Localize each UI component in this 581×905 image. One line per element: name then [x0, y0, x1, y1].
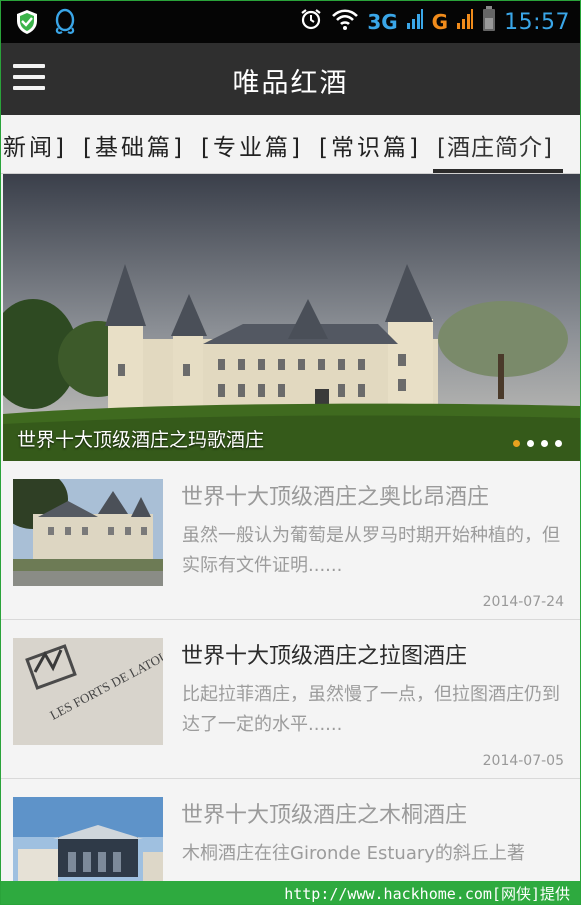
tab-news[interactable]: 新闻] [3, 128, 67, 162]
category-tabs: 新闻] [基础篇] [专业篇] [常识篇] [酒庄简介] [1, 115, 580, 174]
tab-professional[interactable]: [专业篇] [201, 128, 303, 162]
article-summary: 木桐酒庄在往Gironde Estuary的斜丘上著 [182, 843, 525, 864]
alarm-clock-icon [299, 7, 323, 37]
article-title: 世界十大顶级酒庄之拉图酒庄 [181, 644, 468, 669]
article-title: 世界十大顶级酒庄之木桐酒庄 [181, 803, 468, 828]
carousel-dot[interactable] [527, 440, 534, 447]
carousel-dot[interactable] [513, 440, 520, 447]
carousel-indicator [513, 440, 562, 447]
banner-caption: 世界十大顶级酒庄之玛歌酒庄 [17, 429, 265, 451]
carousel-dot[interactable] [555, 440, 562, 447]
article-thumbnail: LES FORTS DE LATOUR [13, 638, 163, 745]
app-title: 唯品红酒 [232, 68, 349, 99]
banner-image [3, 174, 580, 461]
signal-strength-g-icon [456, 8, 474, 36]
article-item[interactable]: LES FORTS DE LATOUR 世界十大顶级酒庄之拉图酒庄 比起拉菲酒庄… [1, 620, 580, 779]
shield-icon [15, 9, 39, 39]
article-date: 2014-07-24 [482, 594, 564, 610]
article-summary: 虽然一般认为葡萄是从罗马时期开始种植的，但实际有文件证明...... [182, 525, 560, 576]
wifi-icon [331, 7, 359, 37]
featured-banner[interactable]: 世界十大顶级酒庄之玛歌酒庄 [3, 174, 580, 461]
status-time: 15:57 [504, 9, 570, 35]
article-summary: 比起拉菲酒庄，虽然慢了一点，但拉图酒庄仍到达了一定的水平...... [182, 684, 560, 735]
qq-penguin-icon [53, 8, 77, 40]
article-item[interactable]: 世界十大顶级酒庄之奥比昂酒庄 虽然一般认为葡萄是从罗马时期开始种植的，但实际有文… [1, 461, 580, 620]
carousel-dot[interactable] [541, 440, 548, 447]
active-tab-indicator [433, 169, 563, 173]
watermark-bar: http://www.hackhome.com[网侠]提供 [1, 881, 580, 904]
article-date: 2014-07-05 [482, 753, 564, 769]
article-thumbnail [13, 479, 163, 586]
tab-common-sense[interactable]: [常识篇] [319, 128, 421, 162]
app-bar: 唯品红酒 [1, 43, 580, 115]
network-3g-label: 3G [367, 10, 398, 34]
app-screen: 3G G 15:57 唯品红酒 新闻] [基础篇] [专业篇] [常识篇] [酒… [0, 0, 581, 905]
article-title: 世界十大顶级酒庄之奥比昂酒庄 [181, 485, 490, 510]
status-bar: 3G G 15:57 [1, 1, 580, 43]
signal-strength-icon [406, 8, 424, 36]
battery-icon [482, 6, 496, 38]
network-g-label: G [431, 10, 449, 34]
watermark-text: http://www.hackhome.com[网侠]提供 [284, 885, 570, 903]
tab-winery-intro[interactable]: [酒庄简介] [437, 128, 553, 162]
tab-basics[interactable]: [基础篇] [83, 128, 185, 162]
